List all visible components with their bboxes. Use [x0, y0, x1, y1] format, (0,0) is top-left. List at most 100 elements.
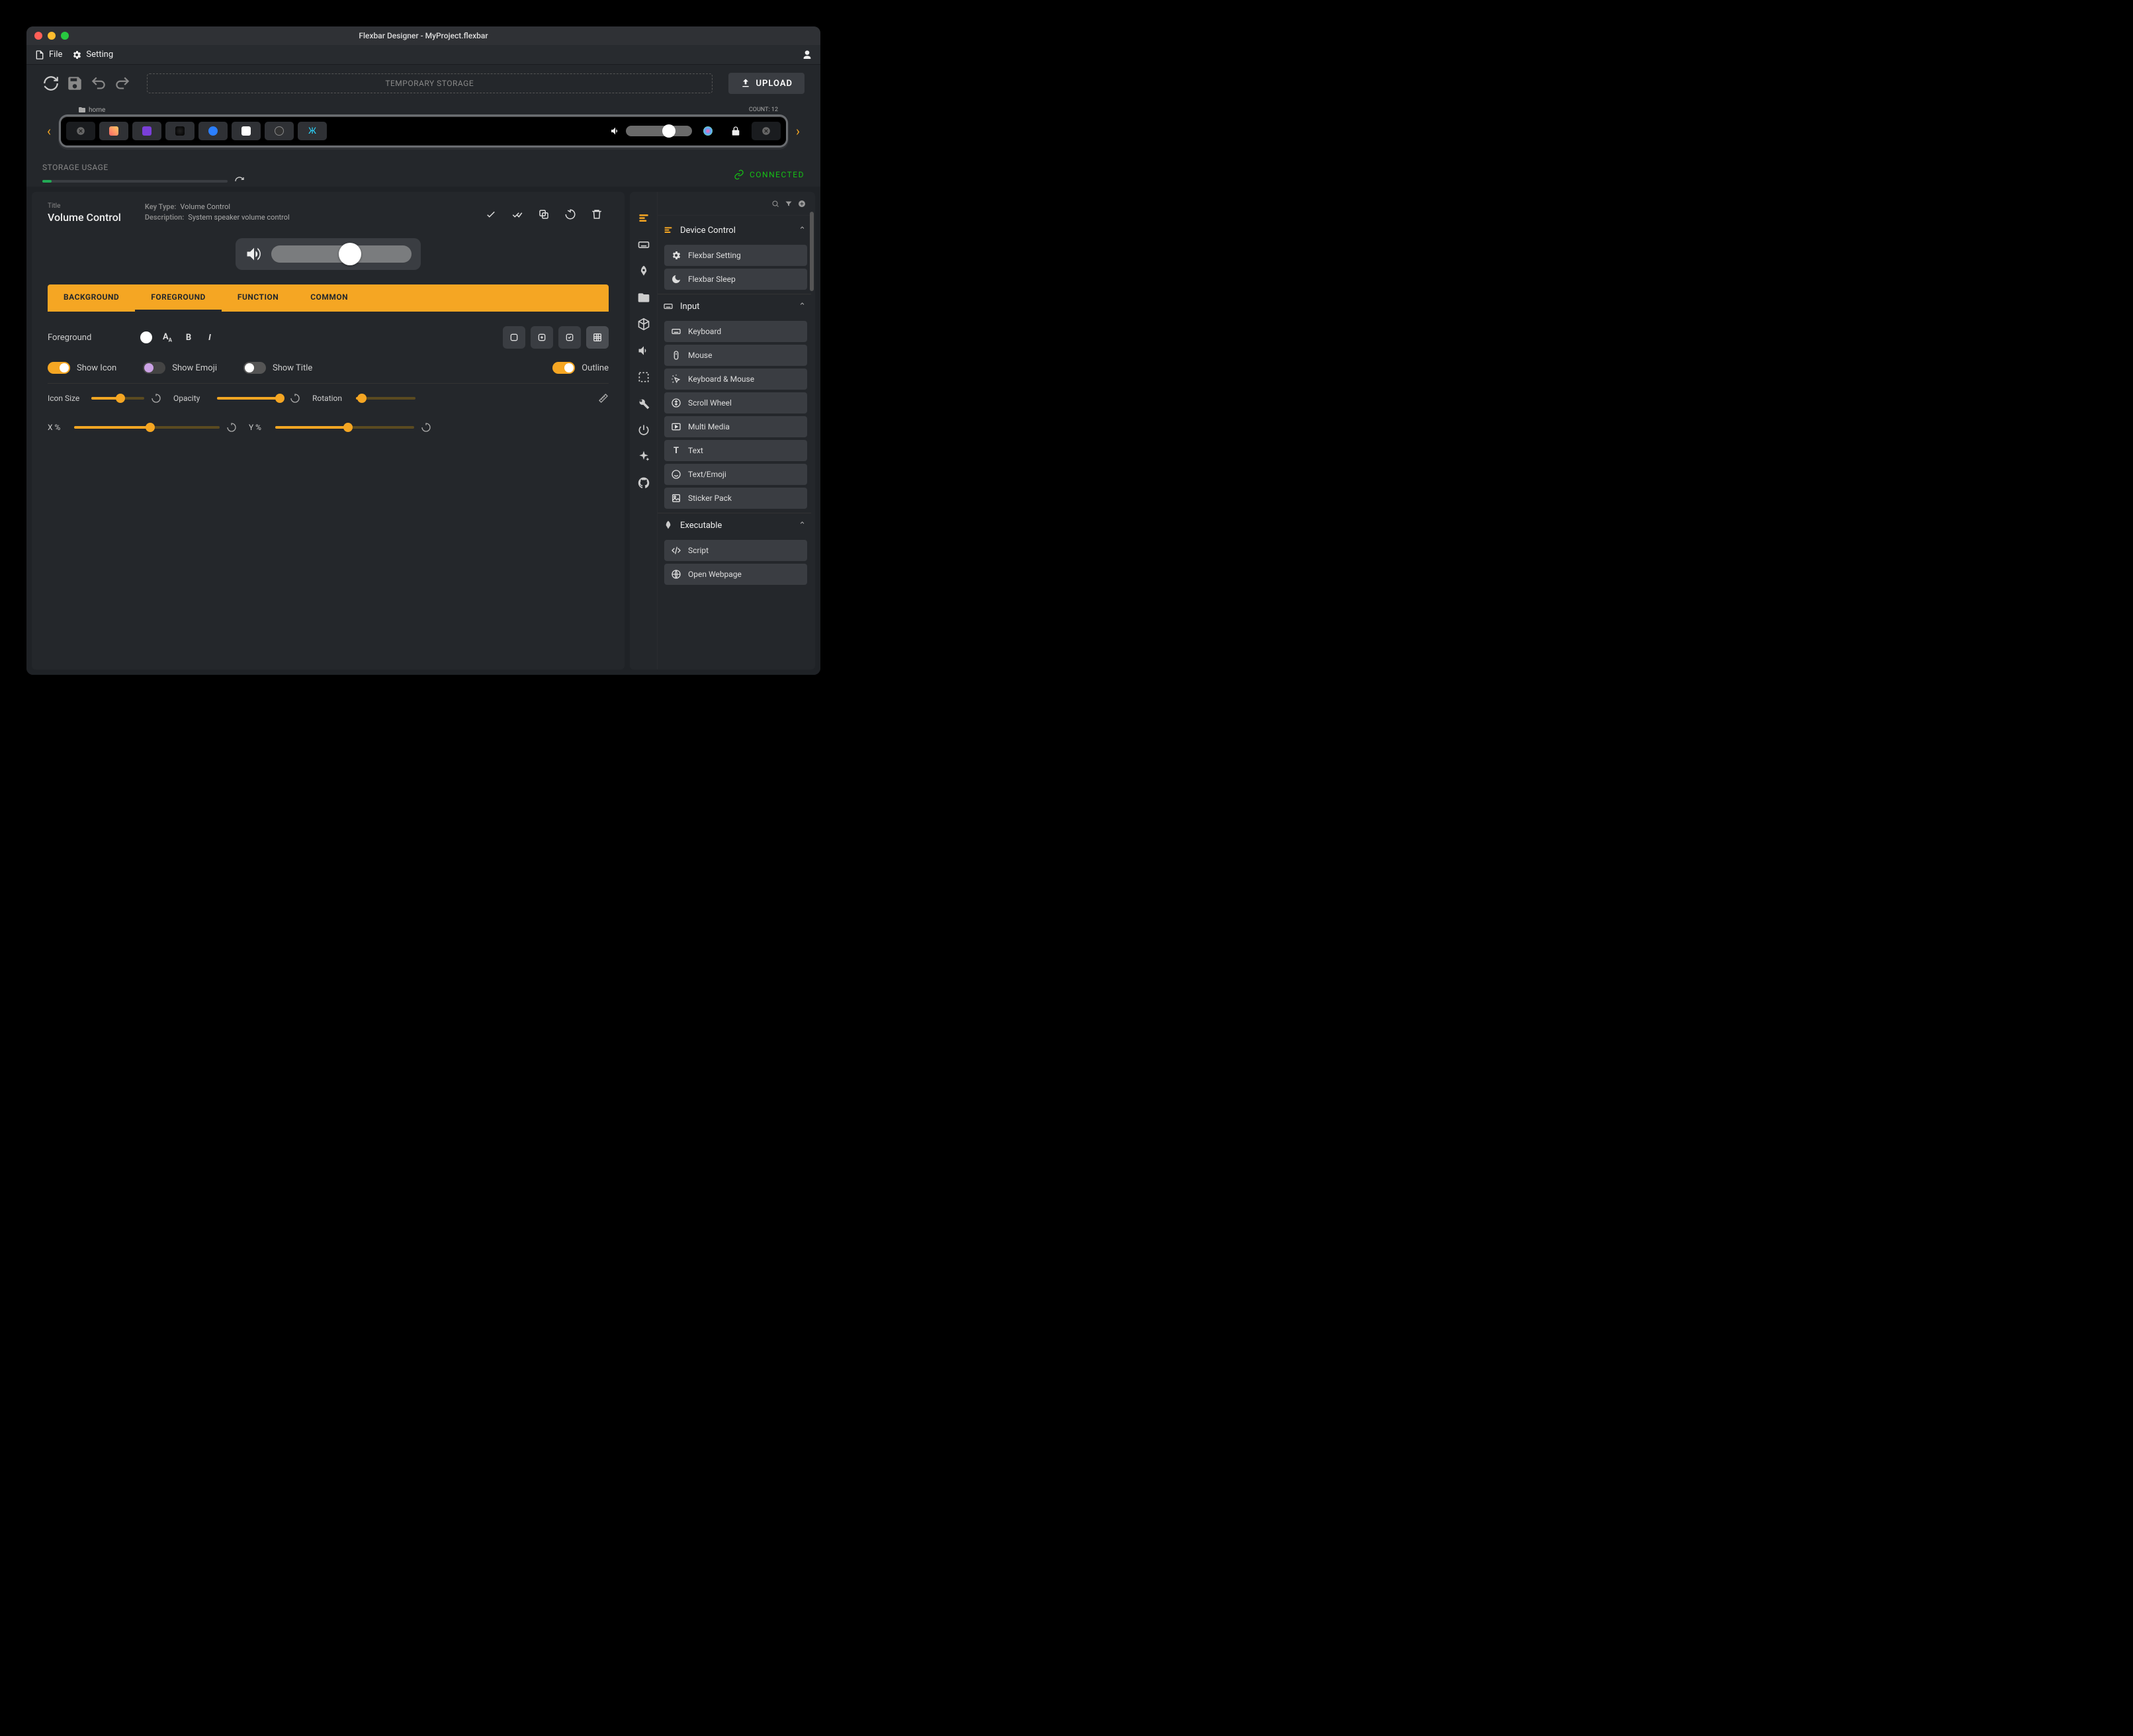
action-scroll-wheel[interactable]: Scroll Wheel: [664, 392, 807, 413]
action-keyboard[interactable]: Keyboard: [664, 321, 807, 342]
nav-power-icon[interactable]: [637, 423, 650, 437]
bar-key-app3[interactable]: [165, 122, 195, 140]
show-title-toggle[interactable]: [243, 362, 266, 374]
action-script[interactable]: Script: [664, 540, 807, 561]
slider-thumb[interactable]: [662, 124, 675, 138]
top-panel: TEMPORARY STORAGE UPLOAD home COUNT: 12 …: [26, 65, 820, 187]
show-icon-toggle[interactable]: [48, 362, 70, 374]
filter-icon[interactable]: [785, 198, 793, 209]
tab-foreground[interactable]: FOREGROUND: [135, 284, 222, 312]
nav-rocket-icon[interactable]: [637, 265, 650, 278]
sidebar-scrollbar[interactable]: [810, 212, 814, 663]
nav-layers-icon[interactable]: [637, 212, 650, 225]
action-keyboard-mouse[interactable]: Keyboard & Mouse: [664, 369, 807, 390]
apply-all-button[interactable]: [505, 202, 529, 226]
bar-key-siri[interactable]: [696, 122, 720, 140]
layout-plus-button[interactable]: [531, 326, 553, 349]
duplicate-button[interactable]: [532, 202, 556, 226]
y-pct-slider[interactable]: [275, 426, 414, 429]
action-flexbar-setting[interactable]: Flexbar Setting: [664, 245, 807, 266]
undo-button[interactable]: [90, 75, 107, 92]
storage-refresh-button[interactable]: [234, 176, 245, 187]
category-input[interactable]: Input ⌃: [658, 294, 811, 318]
bar-key-app1[interactable]: [99, 122, 128, 140]
refresh-button[interactable]: [42, 75, 60, 92]
opacity-slider[interactable]: [217, 397, 283, 400]
y-reset[interactable]: [421, 422, 431, 433]
breadcrumb[interactable]: home: [89, 107, 105, 114]
tab-function[interactable]: FUNCTION: [222, 284, 294, 312]
volume-icon: [245, 245, 263, 263]
action-text[interactable]: TText: [664, 440, 807, 461]
show-emoji-toggle[interactable]: [143, 362, 165, 374]
save-button[interactable]: [66, 75, 83, 92]
nav-cube-icon[interactable]: [637, 318, 650, 331]
emoji-icon: [671, 469, 681, 480]
layout-single-button[interactable]: [503, 326, 525, 349]
bar-key-close-left[interactable]: [66, 122, 95, 140]
nav-selection-icon[interactable]: [637, 370, 650, 384]
bar-key-app5[interactable]: [232, 122, 261, 140]
delete-button[interactable]: [585, 202, 609, 226]
action-sticker-pack[interactable]: Sticker Pack: [664, 488, 807, 509]
action-mouse[interactable]: Mouse: [664, 345, 807, 366]
x-reset[interactable]: [226, 422, 237, 433]
ruler-icon[interactable]: [598, 393, 609, 404]
category-executable[interactable]: Executable ⌃: [658, 513, 811, 537]
tab-common[interactable]: COMMON: [294, 284, 364, 312]
nav-volume-icon[interactable]: [637, 344, 650, 357]
category-device-control[interactable]: Device Control ⌃: [658, 218, 811, 242]
bar-key-app2[interactable]: [132, 122, 161, 140]
nav-folder-icon[interactable]: [637, 291, 650, 304]
font-case-button[interactable]: AA: [161, 332, 173, 343]
layout-check-button[interactable]: [558, 326, 581, 349]
file-icon: [34, 50, 45, 60]
action-open-webpage[interactable]: Open Webpage: [664, 564, 807, 585]
action-text-emoji[interactable]: Text/Emoji: [664, 464, 807, 485]
icon-size-slider[interactable]: [91, 397, 144, 400]
window-close-button[interactable]: [34, 32, 42, 40]
opacity-reset[interactable]: [290, 393, 300, 404]
bar-key-app6[interactable]: [265, 122, 294, 140]
foreground-color-picker[interactable]: [140, 331, 152, 343]
bar-key-app7[interactable]: Ж: [298, 122, 327, 140]
temporary-storage-dropzone[interactable]: TEMPORARY STORAGE: [147, 73, 713, 93]
reset-button[interactable]: [558, 202, 582, 226]
layout-grid-button[interactable]: [586, 326, 609, 349]
bar-volume-control[interactable]: [610, 126, 692, 136]
nav-sparkle-icon[interactable]: [637, 450, 650, 463]
action-multi-media[interactable]: Multi Media: [664, 416, 807, 437]
rotation-slider[interactable]: [356, 397, 415, 400]
x-pct-slider[interactable]: [74, 426, 220, 429]
preview-slider[interactable]: [271, 245, 412, 263]
account-icon[interactable]: [802, 50, 812, 60]
bold-button[interactable]: B: [183, 333, 195, 343]
window-maximize-button[interactable]: [61, 32, 69, 40]
bar-key-app4[interactable]: [198, 122, 228, 140]
action-flexbar-sleep[interactable]: Flexbar Sleep: [664, 269, 807, 290]
outline-toggle[interactable]: [552, 362, 575, 374]
bar-key-lock[interactable]: [724, 122, 748, 140]
add-icon[interactable]: [798, 198, 806, 209]
search-icon[interactable]: [771, 198, 779, 209]
slider-thumb[interactable]: [339, 243, 361, 265]
tab-background[interactable]: BACKGROUND: [48, 284, 135, 312]
upload-button[interactable]: UPLOAD: [728, 73, 805, 94]
bar-volume-slider[interactable]: [626, 126, 692, 136]
italic-button[interactable]: I: [204, 333, 216, 343]
window-minimize-button[interactable]: [48, 32, 56, 40]
menu-file[interactable]: File: [34, 50, 62, 60]
chevron-up-icon: ⌃: [799, 302, 806, 312]
icon-size-reset[interactable]: [151, 393, 161, 404]
nav-github-icon[interactable]: [637, 476, 650, 490]
bar-key-close-right[interactable]: [752, 122, 781, 140]
key-title[interactable]: Volume Control: [48, 211, 121, 224]
redo-button[interactable]: [114, 75, 131, 92]
bar-next-button[interactable]: ›: [791, 123, 805, 139]
apply-button[interactable]: [479, 202, 503, 226]
search-input[interactable]: [663, 199, 766, 208]
bar-prev-button[interactable]: ‹: [42, 123, 56, 139]
nav-keyboard-icon[interactable]: [637, 238, 650, 251]
menu-setting[interactable]: Setting: [71, 50, 113, 60]
nav-tools-icon[interactable]: [637, 397, 650, 410]
